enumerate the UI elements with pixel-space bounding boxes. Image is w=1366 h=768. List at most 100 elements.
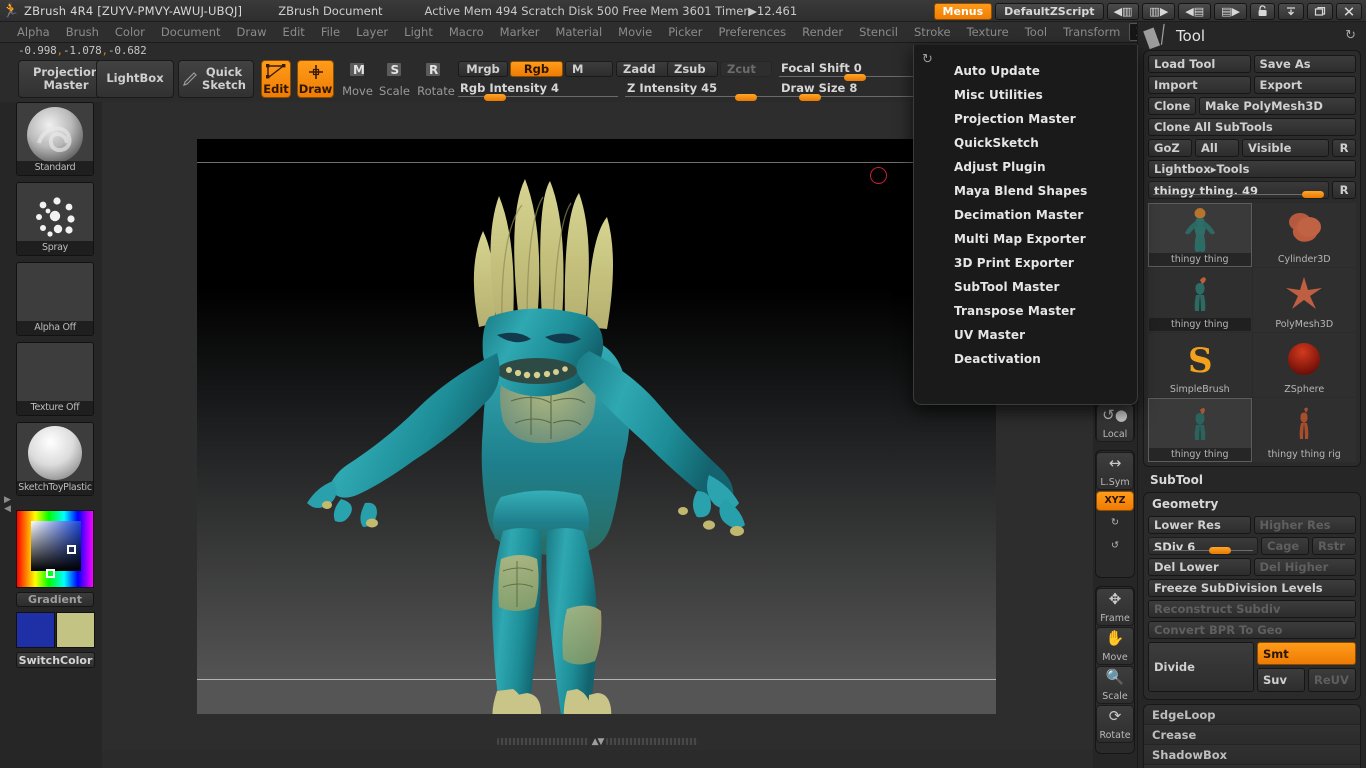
dropdown-item-3d-print-exporter[interactable]: 3D Print Exporter — [914, 251, 1137, 275]
scale-gizmo-button[interactable]: 🔍 Scale — [1096, 666, 1134, 704]
scroll-up-down-icon[interactable]: ▲▼ — [592, 737, 605, 747]
goz-button[interactable]: GoZ — [1148, 139, 1192, 157]
creature-model[interactable] — [197, 139, 996, 714]
rotate-z-icon[interactable]: ↺ — [1096, 535, 1134, 557]
menu-item-layer[interactable]: Layer — [349, 23, 395, 41]
del-higher-button[interactable]: Del Higher — [1253, 558, 1356, 576]
dropdown-item-uv-master[interactable]: UV Master — [914, 323, 1137, 347]
reconstruct-subdiv-button[interactable]: Reconstruct Subdiv — [1148, 600, 1356, 618]
tool-thumb-7[interactable]: thingy thing rig — [1252, 398, 1356, 462]
draw-button[interactable]: Draw — [297, 60, 334, 98]
lock-icon[interactable] — [1250, 2, 1275, 20]
tool-item-slider[interactable]: thingy thing. 49 — [1148, 181, 1329, 199]
clone-button[interactable]: Clone — [1148, 97, 1196, 115]
lower-res-button[interactable]: Lower Res — [1148, 516, 1251, 534]
save-as-button[interactable]: Save As — [1253, 55, 1356, 73]
secondary-color-swatch[interactable] — [56, 612, 95, 648]
cage-button[interactable]: Cage — [1261, 537, 1309, 555]
menus-button[interactable]: Menus — [933, 2, 993, 20]
color-picker-handle[interactable] — [67, 545, 76, 554]
rotate-y-icon[interactable]: ↻ — [1096, 512, 1134, 534]
menu-item-alpha[interactable]: Alpha — [10, 23, 57, 41]
all-button[interactable]: All — [1195, 139, 1239, 157]
dropdown-item-deactivation[interactable]: Deactivation — [914, 347, 1137, 371]
rstr-button[interactable]: Rstr — [1312, 537, 1356, 555]
convert-bpr-to-geo-button[interactable]: Convert BPR To Geo — [1148, 621, 1356, 639]
zsub-button[interactable]: Zsub — [667, 61, 718, 77]
rotate-button[interactable]: R Rotate — [415, 60, 457, 98]
gradient-button[interactable]: Gradient — [16, 592, 94, 607]
nav-prev-button[interactable]: ◀▥ — [1106, 2, 1140, 20]
brush-palette-slot[interactable]: Standard — [16, 102, 94, 176]
z-intensity-slider[interactable]: Z Intensity 45 — [625, 81, 780, 101]
tool-thumb-0[interactable]: thingy thing — [1148, 203, 1252, 267]
menu-item-light[interactable]: Light — [397, 23, 440, 41]
stroke-palette-slot[interactable]: Spray — [16, 182, 94, 256]
close-icon[interactable] — [1336, 2, 1362, 20]
nav-next-button[interactable]: ▥▶ — [1142, 2, 1176, 20]
grip-bar-left[interactable] — [496, 738, 589, 745]
dropdown-item-quicksketch[interactable]: QuickSketch — [914, 131, 1137, 155]
export-button[interactable]: Export — [1253, 76, 1356, 94]
local-button[interactable]: ↺● Local — [1096, 404, 1134, 442]
frame-button[interactable]: ✥ Frame — [1096, 588, 1134, 626]
dropdown-item-transpose-master[interactable]: Transpose Master — [914, 299, 1137, 323]
tool-thumb-5[interactable]: ZSphere — [1252, 333, 1356, 397]
palette-collapse-arrows[interactable]: ▶ ◀ — [3, 480, 12, 530]
menu-item-picker[interactable]: Picker — [661, 23, 709, 41]
menu-item-stroke[interactable]: Stroke — [907, 23, 958, 41]
menu-item-document[interactable]: Document — [154, 23, 228, 41]
rgb-button[interactable]: Rgb — [510, 61, 563, 77]
move-button[interactable]: M Move — [340, 60, 375, 98]
section-edgeloop[interactable]: EdgeLoop — [1144, 705, 1360, 725]
color-picker[interactable] — [16, 510, 94, 588]
menu-item-preferences[interactable]: Preferences — [711, 23, 793, 41]
rotate-gizmo-button[interactable]: ⟳ Rotate — [1096, 705, 1134, 743]
canvas-scroll-grip[interactable]: ▲▼ — [102, 736, 1093, 747]
scale-button[interactable]: S Scale — [377, 60, 412, 98]
del-lower-button[interactable]: Del Lower — [1148, 558, 1251, 576]
minimize-icon[interactable] — [1278, 2, 1304, 20]
m-button[interactable]: M — [565, 61, 613, 77]
zplugin-dropdown-menu[interactable]: ↻ Auto Update Misc Utilities Projection … — [913, 45, 1138, 405]
make-polymesh3d-button[interactable]: Make PolyMesh3D — [1199, 97, 1356, 115]
quick-sketch-button[interactable]: Quick Sketch — [178, 60, 254, 98]
sdiv-slider[interactable]: SDiv 6 — [1148, 537, 1258, 555]
dropdown-item-adjust-plugin[interactable]: Adjust Plugin — [914, 155, 1137, 179]
subtool-section-header[interactable]: SubTool — [1138, 467, 1366, 492]
menu-item-stencil[interactable]: Stencil — [852, 23, 905, 41]
dropdown-item-maya-blend-shapes[interactable]: Maya Blend Shapes — [914, 179, 1137, 203]
lsym-button[interactable]: ↔ L.Sym — [1096, 452, 1134, 490]
load-tool-button[interactable]: Load Tool — [1148, 55, 1251, 73]
menu-item-transform[interactable]: Transform — [1056, 23, 1127, 41]
menu-item-color[interactable]: Color — [108, 23, 152, 41]
dropdown-item-projection-master[interactable]: Projection Master — [914, 107, 1137, 131]
lightbox-tools-button[interactable]: Lightbox▸Tools — [1148, 160, 1356, 178]
menu-item-edit[interactable]: Edit — [276, 23, 312, 41]
xyz-button[interactable]: XYZ — [1096, 491, 1134, 511]
divide-button[interactable]: Divide — [1148, 642, 1254, 692]
dropdown-item-misc-utilities[interactable]: Misc Utilities — [914, 83, 1137, 107]
material-palette-slot[interactable]: SketchToyPlastic — [16, 422, 94, 496]
smt-button[interactable]: Smt — [1257, 642, 1356, 665]
dropdown-item-auto-update[interactable]: Auto Update — [914, 59, 1137, 83]
menu-item-texture[interactable]: Texture — [960, 23, 1016, 41]
menu-item-file[interactable]: File — [314, 23, 347, 41]
dropdown-reset-icon[interactable]: ↻ — [922, 52, 933, 67]
goz-r-button[interactable]: R — [1332, 139, 1356, 157]
zadd-button[interactable]: Zadd — [616, 61, 671, 77]
menu-item-render[interactable]: Render — [795, 23, 850, 41]
tool-thumb-4[interactable]: S SimpleBrush — [1148, 333, 1252, 397]
menu-item-movie[interactable]: Movie — [611, 23, 659, 41]
switch-color-button[interactable]: SwitchColor — [16, 652, 95, 668]
rgb-intensity-slider[interactable]: Rgb Intensity 4 — [458, 81, 618, 101]
tool-thumb-3[interactable]: PolyMesh3D — [1252, 268, 1356, 332]
visible-button[interactable]: Visible — [1242, 139, 1329, 157]
section-shadowbox[interactable]: ShadowBox — [1144, 745, 1360, 765]
section-crease[interactable]: Crease — [1144, 725, 1360, 745]
menu-item-tool[interactable]: Tool — [1018, 23, 1054, 41]
import-button[interactable]: Import — [1148, 76, 1251, 94]
menu-item-draw[interactable]: Draw — [230, 23, 274, 41]
suv-button[interactable]: Suv — [1257, 668, 1305, 692]
dropdown-item-multi-map-exporter[interactable]: Multi Map Exporter — [914, 227, 1137, 251]
